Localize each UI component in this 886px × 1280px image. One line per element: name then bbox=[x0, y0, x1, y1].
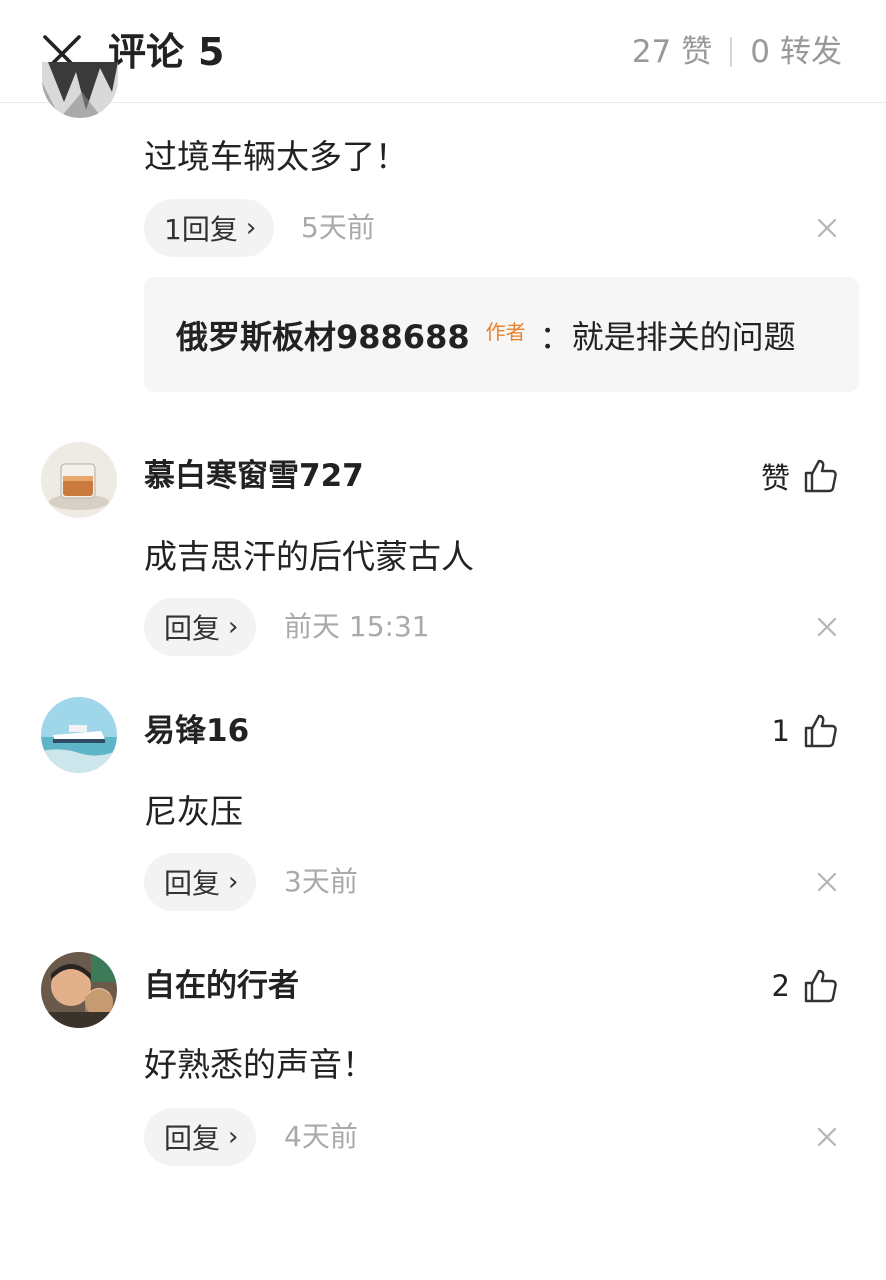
page-title: 评论 5 bbox=[108, 26, 224, 78]
like-button[interactable]: 赞 bbox=[761, 455, 838, 497]
thumbs-up-icon bbox=[804, 714, 837, 748]
comment-time: 前天 15:31 bbox=[284, 610, 430, 643]
close-icon bbox=[817, 218, 837, 238]
comment-time: 5天前 bbox=[301, 211, 375, 244]
dismiss-button[interactable] bbox=[812, 612, 842, 642]
comment-text: 过境车辆太多了！ bbox=[144, 137, 408, 176]
reply-label: 回复 bbox=[164, 1122, 221, 1155]
thumbs-up-icon bbox=[804, 969, 837, 1003]
comment-count: 5 bbox=[198, 30, 225, 74]
comment-text: 成吉思汗的后代蒙古人 bbox=[144, 537, 474, 576]
comment-time: 3天前 bbox=[284, 865, 358, 898]
comment-text: 好熟悉的声音！ bbox=[144, 1045, 375, 1084]
likes-label: 赞 bbox=[681, 34, 713, 70]
sub-reply[interactable]: 俄罗斯板材988688 作者 ：就是排关的问题 bbox=[144, 277, 859, 392]
forwards-count: 0 bbox=[750, 34, 770, 70]
post-stats: 27 赞 0 转发 bbox=[632, 30, 842, 74]
title-label: 评论 bbox=[108, 30, 185, 74]
comments-header: 评论 5 27 赞 0 转发 bbox=[0, 0, 886, 103]
chevron-right-icon: › bbox=[228, 1122, 239, 1152]
reply-button[interactable]: 回复 › bbox=[144, 1108, 257, 1166]
close-icon bbox=[817, 1127, 837, 1147]
thumbs-up-icon bbox=[804, 459, 837, 493]
reply-label: 回复 bbox=[164, 612, 221, 645]
reply-button[interactable]: 回复 › bbox=[144, 853, 257, 911]
stats-divider bbox=[730, 37, 733, 67]
dismiss-button[interactable] bbox=[812, 213, 842, 243]
sub-reply-text: ：就是排关的问题 bbox=[539, 317, 796, 356]
forwards-label: 转发 bbox=[780, 34, 842, 70]
dismiss-button[interactable] bbox=[812, 867, 842, 897]
reply-button[interactable]: 回复 › bbox=[144, 598, 257, 656]
close-icon bbox=[817, 617, 837, 637]
close-icon bbox=[817, 872, 837, 892]
avatar[interactable] bbox=[42, 62, 118, 118]
like-button[interactable]: 2 bbox=[772, 968, 838, 1004]
like-count: 2 bbox=[771, 969, 790, 1003]
avatar[interactable] bbox=[41, 697, 117, 773]
like-count: 1 bbox=[771, 714, 790, 748]
chevron-right-icon: › bbox=[228, 867, 239, 897]
avatar[interactable] bbox=[41, 952, 117, 1028]
comment-username[interactable]: 易锋16 bbox=[144, 710, 249, 752]
avatar[interactable] bbox=[41, 442, 117, 518]
comment-time: 4天前 bbox=[284, 1120, 358, 1153]
reply-label: 回复 bbox=[164, 867, 221, 900]
comment-text: 尼灰压 bbox=[144, 792, 243, 831]
comment-username[interactable]: 慕白寒窗雪727 bbox=[144, 455, 364, 497]
like-count: 赞 bbox=[760, 461, 790, 495]
chevron-right-icon: › bbox=[228, 612, 239, 642]
sub-reply-username[interactable]: 俄罗斯板材988688 bbox=[176, 312, 470, 358]
likes-count: 27 bbox=[631, 34, 672, 70]
reply-button[interactable]: 1回复 › bbox=[144, 199, 275, 257]
reply-label: 1回复 bbox=[164, 213, 238, 246]
like-button[interactable]: 1 bbox=[772, 713, 838, 749]
author-badge: 作者 bbox=[485, 320, 526, 344]
chevron-right-icon: › bbox=[245, 213, 257, 243]
dismiss-button[interactable] bbox=[812, 1122, 842, 1152]
comment-username[interactable]: 自在的行者 bbox=[144, 965, 299, 1007]
